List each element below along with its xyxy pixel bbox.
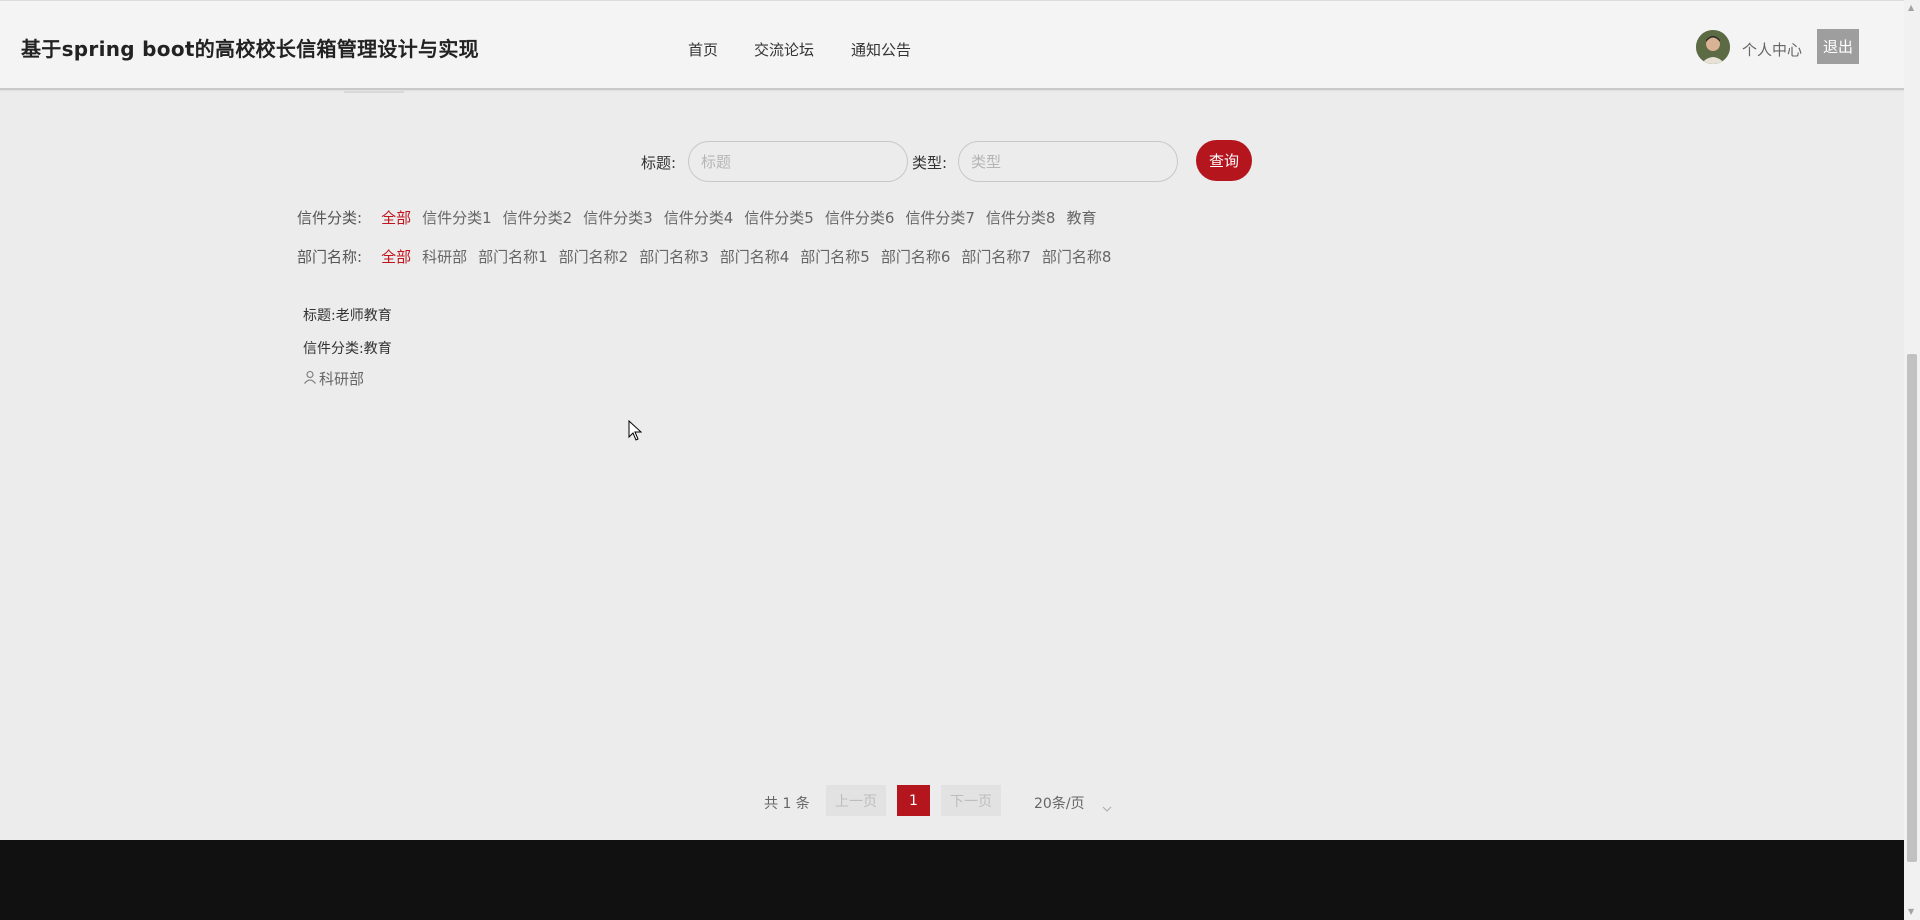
department-option[interactable]: 部门名称1 [478,246,548,267]
category-option[interactable]: 信件分类3 [583,207,653,228]
department-option[interactable]: 科研部 [422,246,467,267]
user-avatar[interactable] [1696,30,1730,64]
department-option[interactable]: 部门名称4 [720,246,790,267]
department-option[interactable]: 部门名称3 [639,246,709,267]
prev-page-button[interactable]: 上一页 [826,785,886,816]
type-search-input[interactable] [958,141,1178,182]
user-icon [303,370,319,388]
category-filter-row: 信件分类: 全部 信件分类1 信件分类2 信件分类3 信件分类4 信件分类5 信… [297,207,1107,228]
category-option[interactable]: 信件分类4 [664,207,734,228]
chevron-down-icon[interactable] [1102,797,1112,816]
letter-item-title[interactable]: 标题:老师教育 [303,305,392,325]
query-button[interactable]: 查询 [1196,140,1252,181]
department-option[interactable]: 部门名称6 [881,246,951,267]
department-option[interactable]: 部门名称5 [800,246,870,267]
page-number-current[interactable]: 1 [897,785,930,816]
page-footer [0,840,1904,920]
scroll-up-icon[interactable]: ▲ [1908,3,1914,12]
department-option[interactable]: 部门名称8 [1042,246,1112,267]
department-filter-row: 部门名称: 全部 科研部 部门名称1 部门名称2 部门名称3 部门名称4 部门名… [297,246,1122,267]
pagination-total: 共 1 条 [764,796,810,812]
category-option[interactable]: 信件分类8 [986,207,1056,228]
letter-item-category: 信件分类:教育 [303,341,392,357]
category-option[interactable]: 信件分类1 [422,207,492,228]
category-option[interactable]: 信件分类7 [905,207,975,228]
title-label: 标题: [641,154,677,172]
department-option[interactable]: 部门名称7 [961,246,1031,267]
type-label: 类型: [912,154,948,172]
category-option[interactable]: 信件分类6 [825,207,895,228]
title-search-input[interactable] [688,141,908,182]
category-option[interactable]: 信件分类2 [503,207,573,228]
user-center-link[interactable]: 个人中心 [1742,39,1802,60]
next-page-button[interactable]: 下一页 [941,785,1001,816]
scrollbar-thumb[interactable] [1907,354,1917,862]
nav-notice[interactable]: 通知公告 [851,39,911,60]
category-option[interactable]: 教育 [1066,207,1096,228]
department-option[interactable]: 部门名称2 [559,246,629,267]
department-name: 科研部 [319,370,365,388]
nav-forum[interactable]: 交流论坛 [754,39,814,60]
header-tab-underline [344,91,404,93]
top-header: 基于spring boot的高校校长信箱管理设计与实现 首页 交流论坛 通知公告… [0,0,1904,90]
category-option[interactable]: 信件分类5 [744,207,814,228]
category-option-all[interactable]: 全部 [381,207,411,228]
department-filter-label: 部门名称: [297,248,363,266]
site-title: 基于spring boot的高校校长信箱管理设计与实现 [21,37,479,61]
page-size-select[interactable]: 20条/页 [1034,793,1085,813]
logout-button[interactable]: 退出 [1817,29,1859,64]
nav-home[interactable]: 首页 [688,39,718,60]
department-option-all[interactable]: 全部 [381,246,411,267]
letter-item-department: 科研部 [303,368,364,389]
mouse-cursor-icon [628,419,643,446]
category-filter-label: 信件分类: [297,209,363,227]
scroll-down-icon[interactable]: ▼ [1908,907,1914,916]
